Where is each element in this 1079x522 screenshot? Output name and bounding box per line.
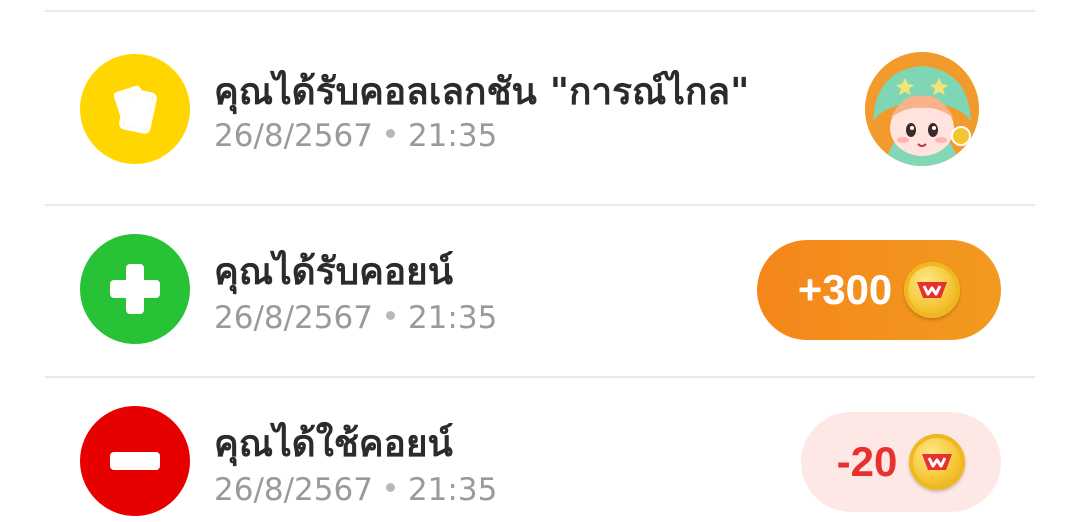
collection-thumbnail[interactable] [865, 52, 979, 166]
date: 26/8/2567 [214, 472, 373, 508]
time: 21:35 [407, 300, 498, 336]
notification-title: คุณได้รับคอลเลกชัน "การณ์ไกล" [214, 70, 750, 113]
time: 21:35 [407, 118, 498, 154]
separator-dot [385, 129, 395, 138]
coin-amount: -20 [836, 438, 898, 485]
notification-item-coin-received[interactable]: คุณได้รับคอยน์ 26/8/2567 21:35 +300 [0, 206, 1079, 376]
separator-dot [385, 311, 395, 320]
minus-icon [80, 406, 190, 516]
coin-amount-badge: -20 [801, 412, 1001, 512]
cards-icon [80, 54, 190, 164]
notification-item-collection[interactable]: คุณได้รับคอลเลกชัน "การณ์ไกล" 26/8/2567 2… [0, 12, 1079, 204]
character-avatar-icon [865, 52, 979, 166]
coin-icon [909, 434, 966, 490]
date: 26/8/2567 [214, 300, 373, 336]
date: 26/8/2567 [214, 118, 373, 154]
notification-timestamp: 26/8/2567 21:35 [214, 300, 497, 336]
coin-amount-badge: +300 [757, 240, 1001, 340]
notification-timestamp: 26/8/2567 21:35 [214, 118, 497, 154]
notification-item-coin-used[interactable]: คุณได้ใช้คอยน์ 26/8/2567 21:35 -20 [0, 378, 1079, 522]
plus-icon [80, 234, 190, 344]
time: 21:35 [407, 472, 498, 508]
coin-amount: +300 [797, 266, 893, 313]
notification-title: คุณได้ใช้คอยน์ [214, 422, 453, 465]
notification-timestamp: 26/8/2567 21:35 [214, 472, 497, 508]
separator-dot [385, 483, 395, 492]
notification-title: คุณได้รับคอยน์ [214, 250, 454, 293]
coin-icon [904, 262, 961, 318]
